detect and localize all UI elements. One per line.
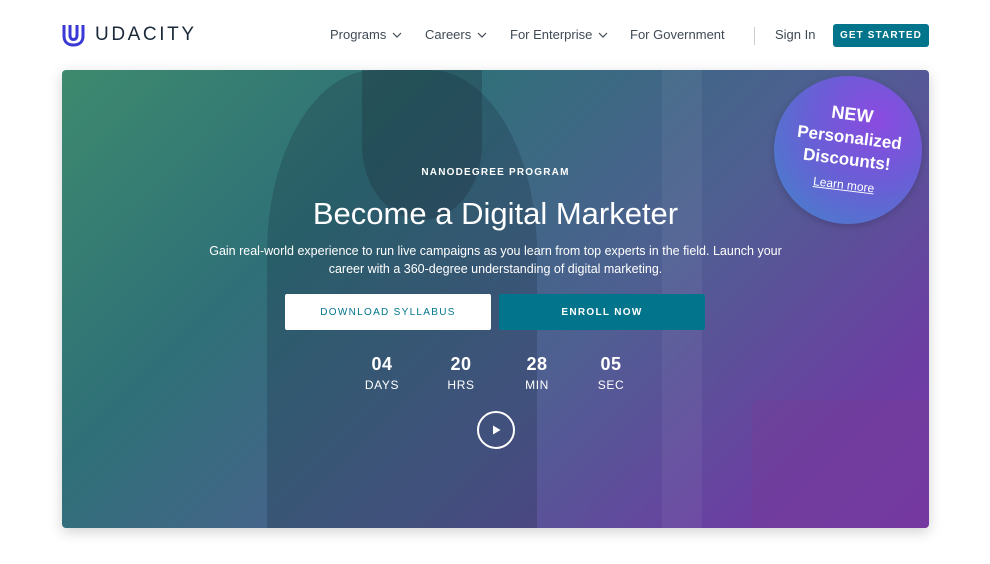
brand-name: UDACITY [95, 23, 197, 45]
sign-in-link[interactable]: Sign In [775, 27, 815, 42]
countdown-minutes-value: 28 [526, 354, 548, 374]
nav-enterprise-label: For Enterprise [510, 27, 593, 42]
countdown-minutes-label: MIN [525, 378, 549, 392]
hero-banner: NANODEGREE PROGRAM Become a Digital Mark… [62, 70, 929, 528]
countdown-seconds-label: SEC [597, 378, 625, 392]
play-icon [493, 425, 501, 435]
nav-programs[interactable]: Programs [330, 27, 402, 42]
countdown-hours-value: 20 [450, 354, 472, 374]
play-video-button[interactable] [477, 411, 515, 449]
nav-careers-label: Careers [425, 27, 472, 42]
chevron-down-icon [477, 32, 487, 38]
countdown-days-value: 04 [371, 354, 393, 374]
countdown-hours-label: HRS [447, 378, 475, 392]
badge-content: NEW Personalized Discounts! Learn more [766, 70, 929, 232]
chevron-down-icon [598, 32, 608, 38]
countdown-days: 04 DAYS [352, 354, 412, 392]
download-syllabus-button[interactable]: DOWNLOAD SYLLABUS [285, 294, 491, 330]
countdown-minutes: 28 MIN [507, 354, 567, 392]
nav-programs-label: Programs [330, 27, 387, 42]
udacity-logo[interactable]: UDACITY [61, 22, 197, 47]
personalized-discounts-badge[interactable]: NEW Personalized Discounts! Learn more [774, 76, 922, 224]
chevron-down-icon [392, 32, 402, 38]
hero-subtitle: Gain real-world experience to run live c… [209, 244, 782, 276]
nav-government-label: For Government [630, 27, 725, 42]
countdown-hours: 20 HRS [431, 354, 491, 392]
get-started-button[interactable]: GET STARTED [833, 24, 929, 47]
enroll-now-button[interactable]: ENROLL NOW [499, 294, 705, 330]
countdown-timer: 04 DAYS 20 HRS 28 MIN 05 SEC [62, 354, 929, 394]
countdown-seconds-value: 05 [600, 354, 622, 374]
site-header: UDACITY Programs Careers For Enterprise … [0, 0, 990, 70]
countdown-days-label: DAYS [364, 378, 400, 392]
countdown-seconds: 05 SEC [581, 354, 641, 392]
nav-for-government[interactable]: For Government [630, 27, 725, 42]
nav-divider [754, 27, 755, 45]
nav-for-enterprise[interactable]: For Enterprise [510, 27, 608, 42]
udacity-logo-icon [62, 25, 85, 47]
nav-careers[interactable]: Careers [425, 27, 487, 42]
